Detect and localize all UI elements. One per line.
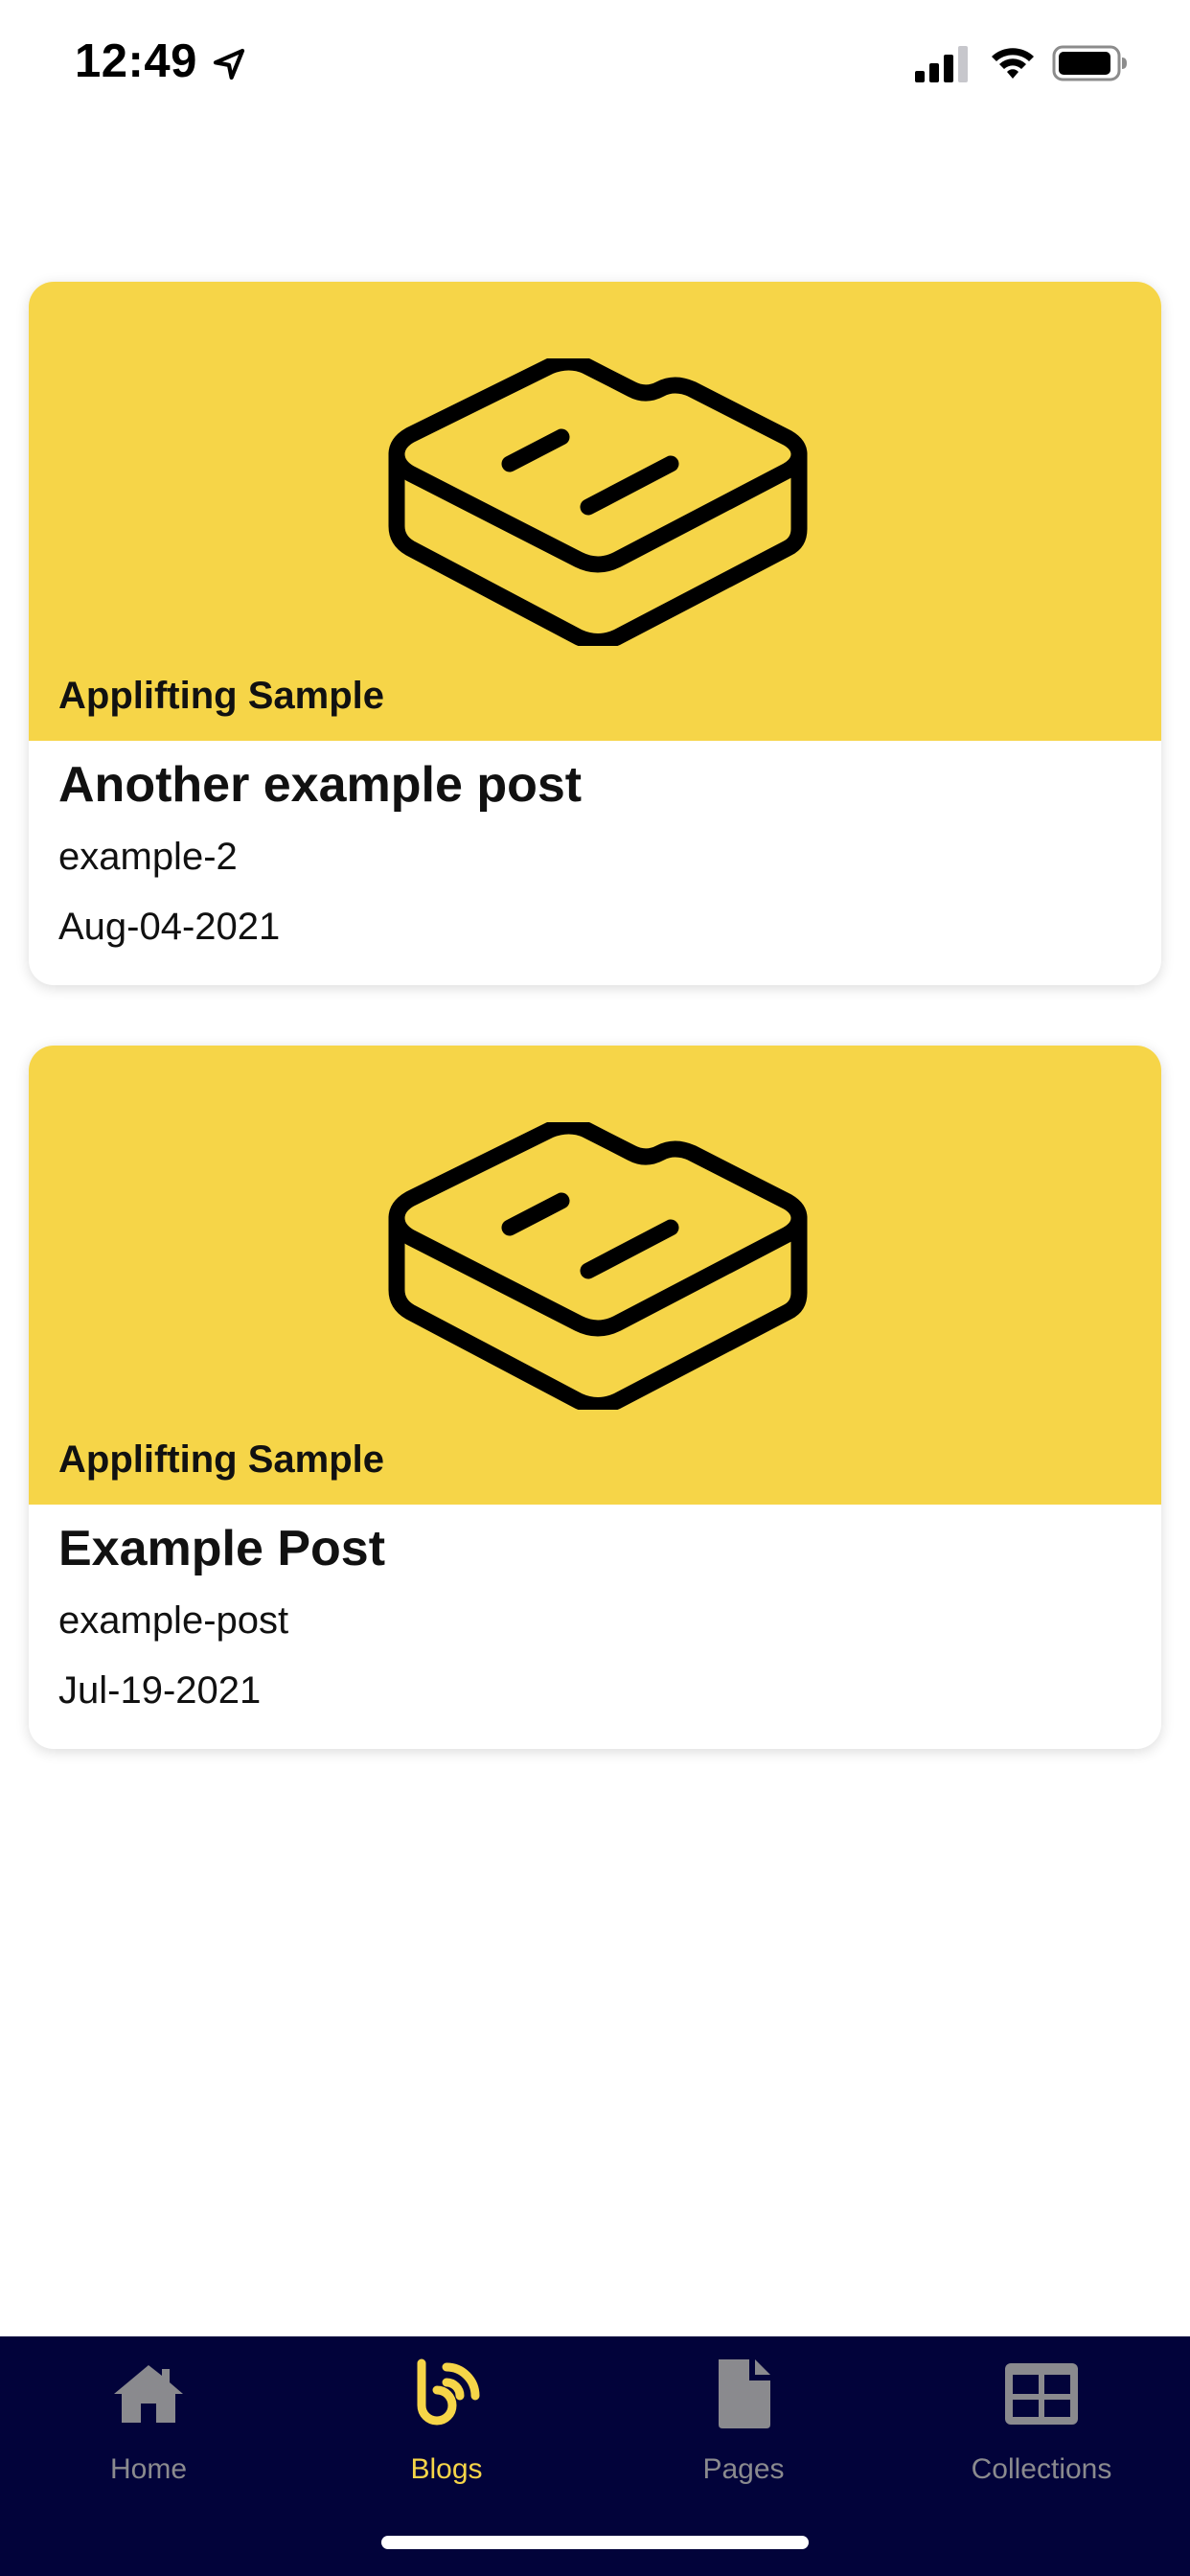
wifi-icon [992, 48, 1034, 79]
post-slug: example-post [58, 1599, 289, 1642]
blog-logo-icon [388, 358, 808, 646]
post-card-cover: Applifting Sample [29, 1046, 1161, 1505]
collections-icon [1005, 2363, 1078, 2425]
tab-blogs[interactable]: Blogs [298, 2336, 595, 2509]
post-title: Example Post [58, 1521, 386, 1576]
bottom-tab-bar: Home Blogs Pages Collections [0, 2336, 1190, 2576]
status-bar: 12:49 [0, 0, 1190, 129]
tab-label: Home [109, 2453, 188, 2485]
post-slug: example-2 [58, 836, 238, 878]
post-card[interactable]: Applifting Sample Another example post e… [29, 282, 1161, 985]
post-card[interactable]: Applifting Sample Example Post example-p… [29, 1046, 1161, 1749]
post-source: Applifting Sample [58, 675, 384, 717]
tab-home[interactable]: Home [0, 2336, 297, 2509]
blog-logo-icon [388, 1122, 808, 1410]
tab-label: Blogs [410, 2453, 483, 2485]
post-date: Jul-19-2021 [58, 1669, 262, 1712]
blogs-screen: 12:49 Applifting Sample Another example … [0, 0, 1190, 2576]
tab-label: Pages [702, 2453, 785, 2485]
location-arrow-icon [213, 48, 245, 80]
home-indicator[interactable] [381, 2536, 809, 2549]
post-title: Another example post [58, 757, 583, 813]
battery-icon [1052, 45, 1127, 81]
post-card-cover: Applifting Sample [29, 282, 1161, 741]
tab-label: Collections [971, 2453, 1112, 2485]
tab-collections[interactable]: Collections [893, 2336, 1190, 2509]
blog-icon [417, 2358, 480, 2426]
tab-pages[interactable]: Pages [595, 2336, 892, 2509]
post-source: Applifting Sample [58, 1438, 384, 1481]
status-time: 12:49 [75, 35, 197, 87]
cellular-signal-icon [915, 46, 968, 82]
page-icon [719, 2359, 770, 2428]
home-icon [114, 2365, 183, 2423]
post-date: Aug-04-2021 [58, 906, 281, 948]
